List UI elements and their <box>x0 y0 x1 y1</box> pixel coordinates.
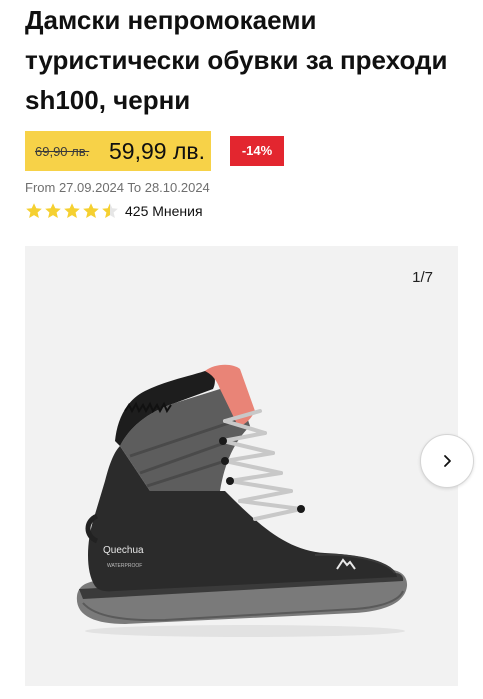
chevron-right-icon <box>444 455 451 467</box>
product-image-gallery[interactable]: 1/7 Quechua WATERPROOF <box>25 246 458 686</box>
star-icon <box>26 203 42 218</box>
star-icon <box>102 203 118 218</box>
star-icon <box>45 203 61 218</box>
rating-stars <box>25 202 119 220</box>
star-icon <box>83 203 99 218</box>
rating-row[interactable]: 425 Мнения <box>25 200 203 222</box>
image-counter: 1/7 <box>412 269 433 286</box>
brand-logo-text: Quechua <box>103 545 144 556</box>
product-image: Quechua WATERPROOF <box>76 364 408 637</box>
price-box: 69,90 лв. 59,99 лв. <box>25 131 211 171</box>
next-image-button[interactable] <box>420 434 474 488</box>
promo-date-range: From 27.09.2024 To 28.10.2024 <box>25 180 210 195</box>
star-icon <box>64 203 80 218</box>
current-price: 59,99 лв. <box>109 138 205 164</box>
discount-badge: -14% <box>230 136 284 166</box>
reviews-link[interactable]: 425 Мнения <box>125 203 203 219</box>
waterproof-label: WATERPROOF <box>107 563 142 569</box>
product-title: Дамски непромокаеми туристически обувки … <box>25 5 448 115</box>
old-price: 69,90 лв. <box>35 144 90 159</box>
